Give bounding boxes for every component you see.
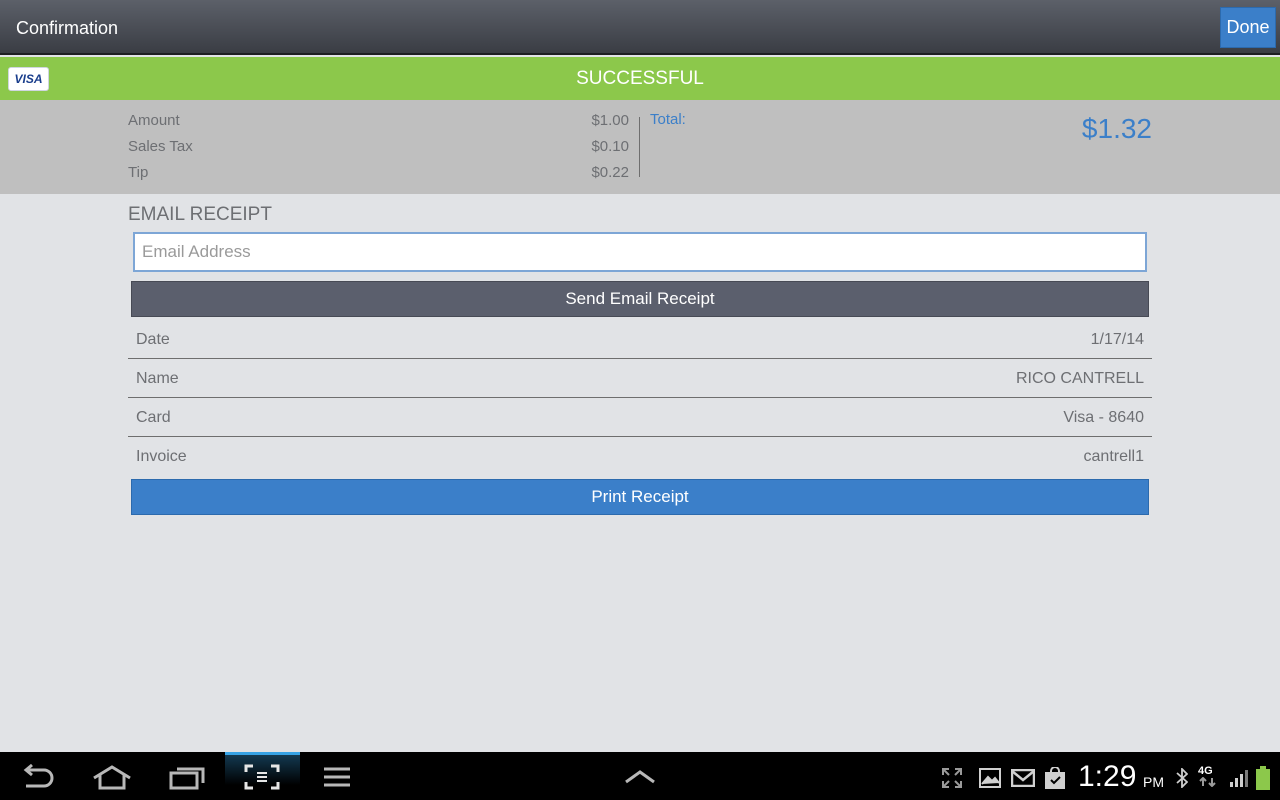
detail-label: Name bbox=[136, 370, 179, 387]
detail-value: Visa - 8640 bbox=[1063, 409, 1144, 426]
summary-row-tip: Tip $0.22 bbox=[128, 164, 629, 184]
clock-time: 1:29 bbox=[1078, 760, 1137, 793]
data-arrows-icon bbox=[1199, 777, 1216, 787]
gmail-icon bbox=[1010, 766, 1036, 790]
menu-icon[interactable] bbox=[317, 762, 357, 792]
screenshot-icon[interactable] bbox=[242, 762, 282, 792]
email-receipt-heading: EMAIL RECEIPT bbox=[128, 204, 272, 225]
detail-label: Invoice bbox=[136, 448, 187, 465]
chevron-up-icon[interactable] bbox=[620, 762, 660, 792]
network-indicator: 4G bbox=[1198, 764, 1226, 788]
transaction-details: Date 1/17/14 Name RICO CANTRELL Card Vis… bbox=[128, 320, 1152, 476]
summary-label: Amount bbox=[128, 112, 180, 129]
action-bar: Confirmation Done bbox=[0, 0, 1280, 55]
network-type-label: 4G bbox=[1198, 765, 1213, 777]
page-title: Confirmation bbox=[16, 18, 119, 38]
total-label: Total: bbox=[650, 111, 686, 128]
detail-value: cantrell1 bbox=[1083, 448, 1144, 465]
detail-value: 1/17/14 bbox=[1090, 331, 1144, 348]
recent-apps-icon[interactable] bbox=[167, 762, 207, 792]
play-store-icon bbox=[1043, 766, 1067, 790]
clock-ampm: PM bbox=[1143, 774, 1164, 790]
status-banner: VISA SUCCESSFUL bbox=[0, 57, 1280, 100]
total-value: $1.32 bbox=[1081, 113, 1152, 144]
back-icon[interactable] bbox=[18, 762, 58, 792]
detail-row-name: Name RICO CANTRELL bbox=[128, 359, 1152, 398]
detail-label: Date bbox=[136, 331, 170, 348]
detail-row-date: Date 1/17/14 bbox=[128, 320, 1152, 359]
email-field[interactable] bbox=[133, 232, 1147, 272]
bluetooth-icon bbox=[1174, 766, 1190, 790]
status-message: SUCCESSFUL bbox=[576, 68, 704, 89]
summary-label: Tip bbox=[128, 164, 149, 181]
summary-value: $0.10 bbox=[591, 138, 629, 155]
summary-row-sales-tax: Sales Tax $0.10 bbox=[128, 138, 629, 158]
summary-divider bbox=[639, 117, 640, 177]
summary-value: $0.22 bbox=[591, 164, 629, 181]
system-navigation-bar: 1:29 PM 4G bbox=[0, 752, 1280, 800]
detail-value: RICO CANTRELL bbox=[1015, 370, 1144, 387]
done-button[interactable]: Done bbox=[1220, 7, 1276, 48]
battery-icon bbox=[1255, 766, 1271, 790]
gallery-icon bbox=[978, 766, 1002, 790]
fullscreen-icon bbox=[940, 766, 964, 790]
home-icon[interactable] bbox=[92, 762, 132, 792]
detail-row-invoice: Invoice cantrell1 bbox=[128, 437, 1152, 476]
send-email-receipt-button[interactable]: Send Email Receipt bbox=[131, 281, 1149, 317]
detail-row-card: Card Visa - 8640 bbox=[128, 398, 1152, 437]
summary-row-amount: Amount $1.00 bbox=[128, 112, 629, 132]
summary-label: Sales Tax bbox=[128, 138, 193, 155]
signal-icon bbox=[1228, 766, 1250, 790]
payment-summary: Amount $1.00 Sales Tax $0.10 Tip $0.22 T… bbox=[0, 100, 1280, 194]
summary-value: $1.00 bbox=[591, 112, 629, 129]
detail-label: Card bbox=[136, 409, 171, 426]
print-receipt-button[interactable]: Print Receipt bbox=[131, 479, 1149, 515]
